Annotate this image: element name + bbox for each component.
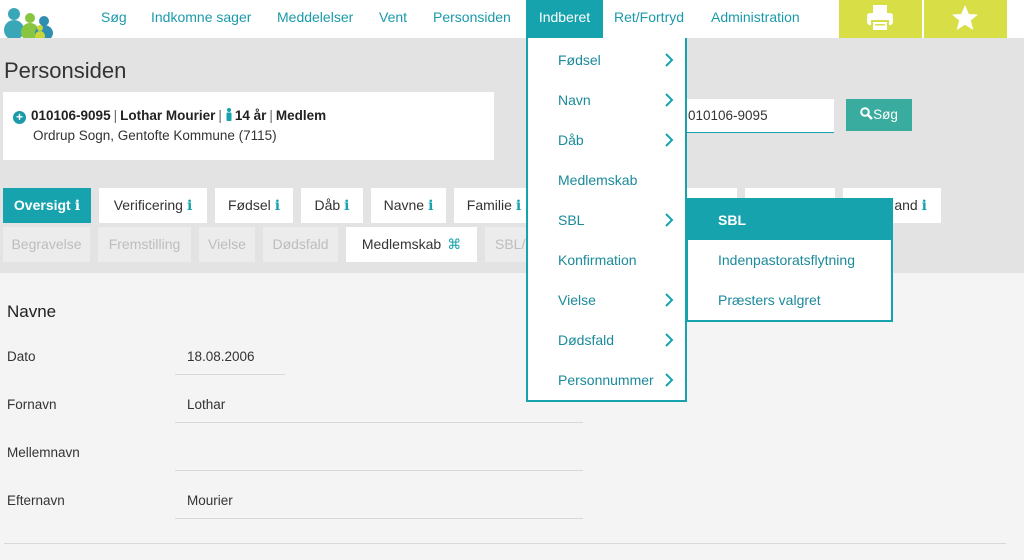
tab-oversigt[interactable]: Oversigt i — [3, 188, 91, 223]
person-icon — [226, 108, 232, 121]
info-icon: i — [515, 198, 522, 214]
print-button[interactable] — [839, 0, 922, 38]
field-label-fornavn: Fornavn — [7, 397, 57, 412]
field-value-fornavn: Lothar — [175, 395, 583, 423]
tab-foedsel[interactable]: Fødsel i — [215, 188, 293, 223]
menu-item-sbl[interactable]: SBL — [558, 212, 584, 228]
menu-item-navn[interactable]: Navn — [558, 92, 591, 108]
submenu-item-praesters-valgret[interactable]: Præsters valgret — [718, 292, 821, 308]
divider — [4, 543, 1006, 544]
person-age: 14 år — [234, 108, 267, 123]
info-icon: i — [921, 198, 927, 214]
star-icon — [952, 5, 978, 30]
menu-item-medlemskab[interactable]: Medlemskab — [558, 172, 637, 188]
favorite-button[interactable] — [924, 0, 1007, 38]
section-title: Navne — [7, 302, 57, 321]
tab-vielse[interactable]: Vielse — [199, 227, 255, 262]
field-value-mellemnavn — [175, 443, 583, 471]
chevron-right-icon — [665, 333, 674, 347]
tab-familie[interactable]: Familie i — [454, 188, 534, 223]
menu-item-foedsel[interactable]: Fødsel — [558, 52, 601, 68]
nav-item-personsiden[interactable]: Personsiden — [433, 0, 511, 38]
person-cpr: 010106-9095 — [31, 108, 111, 123]
menu-item-personnummer[interactable]: Personnummer — [558, 372, 654, 388]
person-status: Medlem — [275, 108, 327, 123]
tab-fremstilling[interactable]: Fremstilling — [98, 227, 191, 262]
chevron-right-icon — [665, 213, 674, 227]
person-address: Ordrup Sogn, Gentofte Kommune (7115) — [33, 128, 277, 143]
app-logo-icon[interactable] — [2, 0, 60, 38]
search-button[interactable]: Søg — [846, 99, 912, 131]
printer-icon — [867, 5, 893, 32]
top-navigation: Søg Indkomne sager Meddelelser Vent Pers… — [0, 0, 1024, 38]
person-summary: +010106-9095 | Lothar Mourier | 14 år | Medlem — [13, 108, 326, 124]
chevron-right-icon — [665, 373, 674, 387]
info-icon: i — [74, 198, 81, 214]
expand-plus-icon[interactable]: + — [13, 111, 26, 124]
info-icon: i — [186, 198, 193, 214]
command-icon: ⌘ — [447, 236, 462, 252]
tab-daab[interactable]: Dåb i — [301, 188, 363, 223]
page-title: Personsiden — [4, 58, 127, 83]
menu-item-daab[interactable]: Dåb — [558, 132, 584, 148]
submenu-item-sbl[interactable]: SBL — [718, 212, 746, 228]
field-label-mellemnavn: Mellemnavn — [7, 445, 80, 460]
nav-item-vent[interactable]: Vent — [379, 0, 407, 38]
search-icon — [860, 107, 873, 120]
person-card: +010106-9095 | Lothar Mourier | 14 år | Medlem… — [3, 92, 494, 160]
info-icon: i — [428, 198, 434, 214]
tab-sbl[interactable]: SBL/ — [485, 227, 528, 262]
menu-item-vielse[interactable]: Vielse — [558, 292, 596, 308]
tab-doedsfald[interactable]: Dødsfald — [263, 227, 338, 262]
sbl-submenu: SBL Indenpastoratsflytning Præsters valg… — [686, 198, 893, 322]
menu-item-doedsfald[interactable]: Dødsfald — [558, 332, 614, 348]
menu-item-konfirmation[interactable]: Konfirmation — [558, 252, 637, 268]
info-icon: i — [274, 198, 281, 214]
tab-begravelse[interactable]: Begravelse — [3, 227, 90, 262]
field-label-dato: Dato — [7, 349, 36, 364]
nav-item-meddelelser[interactable]: Meddelelser — [277, 0, 353, 38]
nav-item-indkomne-sager[interactable]: Indkomne sager — [151, 0, 251, 38]
field-value-dato: 18.08.2006 — [175, 347, 285, 375]
chevron-right-icon — [665, 293, 674, 307]
person-name: Lothar Mourier — [120, 108, 216, 123]
tab-medlemskab[interactable]: Medlemskab ⌘ — [346, 227, 477, 262]
nav-item-ret-fortryd[interactable]: Ret/Fortryd — [614, 0, 684, 38]
cpr-search-input[interactable]: 010106-9095 — [682, 99, 834, 133]
info-icon: i — [344, 198, 350, 214]
nav-item-administration[interactable]: Administration — [711, 0, 800, 38]
nav-item-soeg[interactable]: Søg — [101, 0, 127, 38]
nav-item-indberet[interactable]: Indberet — [526, 0, 603, 38]
tab-verificering[interactable]: Verificering i — [99, 188, 207, 223]
tab-navne[interactable]: Navne i — [371, 188, 446, 223]
submenu-item-indenpastoratsflytning[interactable]: Indenpastoratsflytning — [718, 252, 855, 268]
indberet-dropdown-menu: Fødsel Navn Dåb Medlemskab SBL Konfirmat… — [526, 38, 687, 402]
field-value-efternavn: Mourier — [175, 491, 583, 519]
chevron-right-icon — [665, 93, 674, 107]
field-label-efternavn: Efternavn — [7, 493, 65, 508]
chevron-right-icon — [665, 133, 674, 147]
chevron-right-icon — [665, 53, 674, 67]
